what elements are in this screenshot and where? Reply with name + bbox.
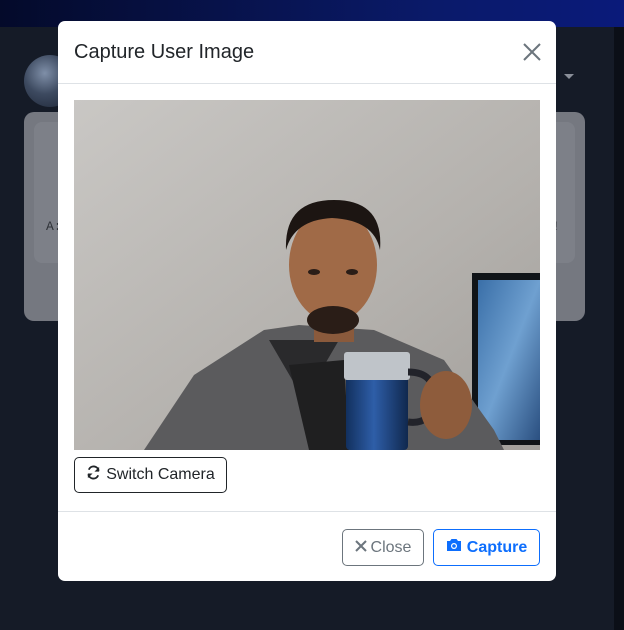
camera-feed-image: [74, 100, 540, 450]
camera-preview: [74, 100, 540, 450]
camera-icon: [446, 538, 462, 557]
close-label: Close: [370, 538, 412, 556]
modal-footer: Close Capture: [58, 511, 556, 581]
refresh-icon: [86, 465, 101, 485]
close-button[interactable]: Close: [342, 529, 424, 566]
capture-button[interactable]: Capture: [433, 529, 540, 566]
modal-title: Capture User Image: [74, 41, 255, 63]
capture-image-modal: Capture User Image Switch Camera Close C…: [58, 21, 556, 581]
switch-camera-button[interactable]: Switch Camera: [74, 457, 227, 493]
capture-label: Capture: [466, 538, 528, 556]
modal-header: Capture User Image: [58, 21, 556, 84]
switch-camera-label: Switch Camera: [106, 466, 215, 483]
close-icon[interactable]: [521, 41, 543, 63]
times-icon: [354, 539, 367, 557]
